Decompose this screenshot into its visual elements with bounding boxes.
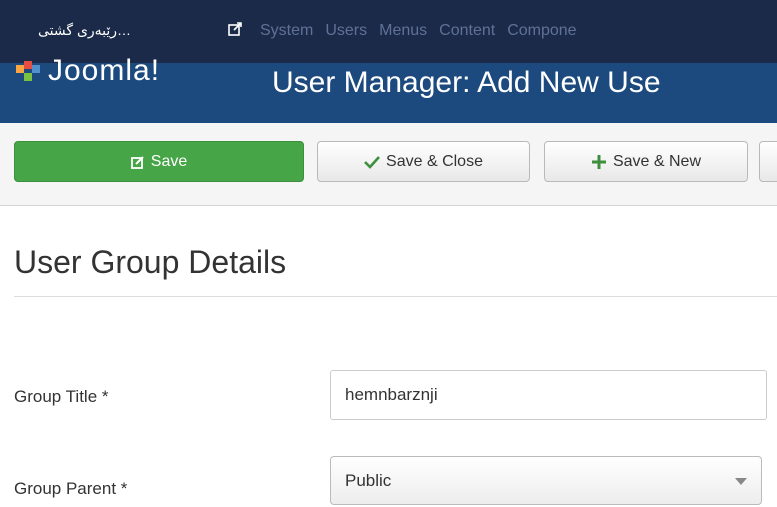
save-button[interactable]: Save [14,141,304,182]
group-parent-select[interactable]: Public [330,456,762,505]
checkmark-icon [364,155,380,169]
logo-text: Joomla! [48,54,161,87]
joomla-logo: Joomla! [14,54,161,87]
page-title: User Manager: Add New Use [272,66,661,99]
group-title-value: hemnbarznji [345,385,438,404]
site-link[interactable]: …رێبەری گشتی [38,22,131,39]
group-title-label: Group Title * [14,387,109,406]
save-new-button[interactable]: Save & New [544,141,748,182]
menu-item-menus[interactable]: Menus [379,22,427,40]
edit-icon [130,155,145,169]
more-toolbar-button[interactable] [759,141,777,182]
section-title: User Group Details [14,244,287,280]
save-close-label: Save & Close [386,152,483,170]
save-close-button[interactable]: Save & Close [317,141,530,182]
menu-item-system[interactable]: System [260,22,313,40]
save-button-label: Save [150,152,188,170]
plus-icon [591,154,607,170]
menu-item-components[interactable]: Compone [507,22,576,40]
chevron-down-icon [735,478,747,485]
external-link-icon[interactable] [228,22,242,36]
divider [14,296,777,297]
menu-item-content[interactable]: Content [439,22,495,40]
group-parent-value: Public [345,470,392,490]
group-title-input[interactable]: hemnbarznji [330,370,767,420]
joomla-logo-icon [16,61,40,81]
main-menu: System Users Menus Content Compone [260,22,589,40]
group-parent-label: Group Parent * [14,479,128,498]
menu-item-users[interactable]: Users [325,22,367,40]
save-new-label: Save & New [612,152,702,170]
